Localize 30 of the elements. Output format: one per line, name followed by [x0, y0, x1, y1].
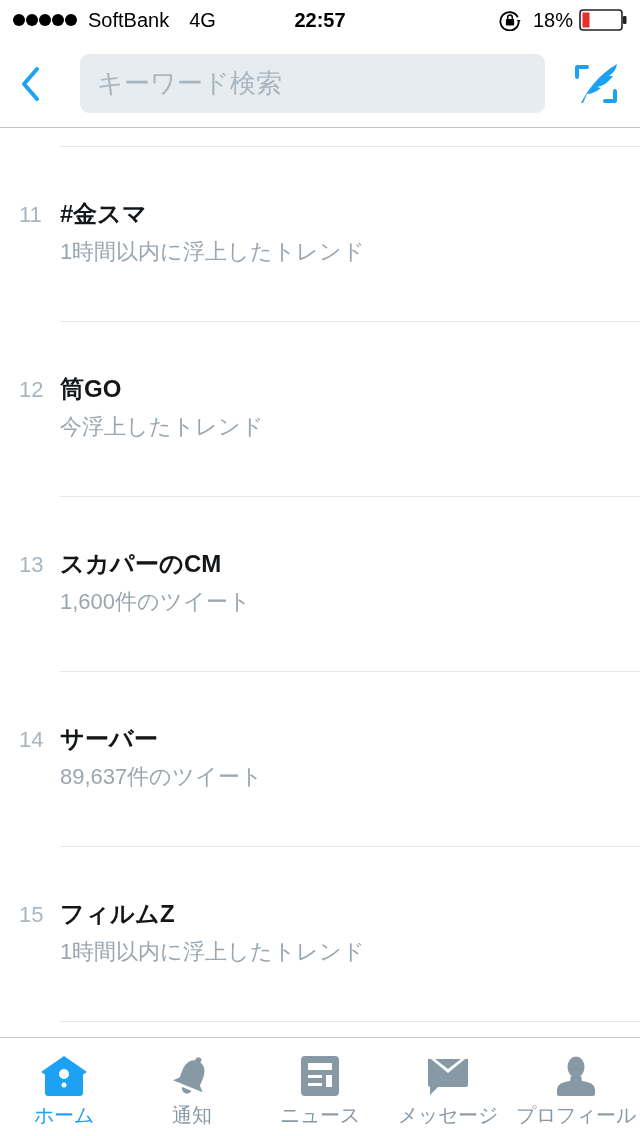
search-field[interactable]: キーワード検索	[80, 54, 545, 113]
feather-icon	[574, 61, 618, 106]
compose-button[interactable]	[574, 61, 618, 106]
trend-subtitle: 1,600件のツイート	[60, 588, 253, 616]
signal-icon	[12, 13, 78, 27]
trend-rank: 14	[19, 726, 45, 754]
network-type: 4G	[189, 8, 216, 32]
trend-subtitle: 1時間以内に浮上したトレンド	[60, 238, 367, 266]
trend-title[interactable]: サーバー	[60, 724, 640, 754]
trend-title[interactable]: 筒GO	[60, 374, 640, 404]
envelope-icon	[428, 1057, 468, 1095]
house-icon	[40, 1055, 88, 1097]
trend-rank: 11	[19, 201, 43, 229]
battery-icon	[579, 9, 627, 31]
carrier-name: SoftBank	[88, 8, 170, 32]
trend-title[interactable]: フィルムZ	[60, 899, 640, 929]
chevron-icon	[20, 65, 40, 102]
newspaper-icon	[301, 1056, 339, 1096]
rotation-lock-icon	[498, 9, 521, 31]
trend-subtitle: 89,637件のツイート	[60, 763, 265, 791]
trend-rank: 12	[19, 376, 45, 404]
status-time: 22:57	[294, 8, 346, 32]
trend-subtitle: 今浮上したトレンド	[60, 413, 265, 441]
trend-title[interactable]: スカパーのCM	[60, 549, 640, 579]
trend-title[interactable]: #金スマ	[60, 199, 640, 229]
trend-rank: 15	[19, 901, 45, 929]
trend-rank: 13	[19, 551, 45, 579]
battery-percent: 18%	[532, 8, 573, 32]
person-icon	[556, 1056, 596, 1096]
trend-subtitle: 1時間以内に浮上したトレンド	[60, 938, 367, 966]
